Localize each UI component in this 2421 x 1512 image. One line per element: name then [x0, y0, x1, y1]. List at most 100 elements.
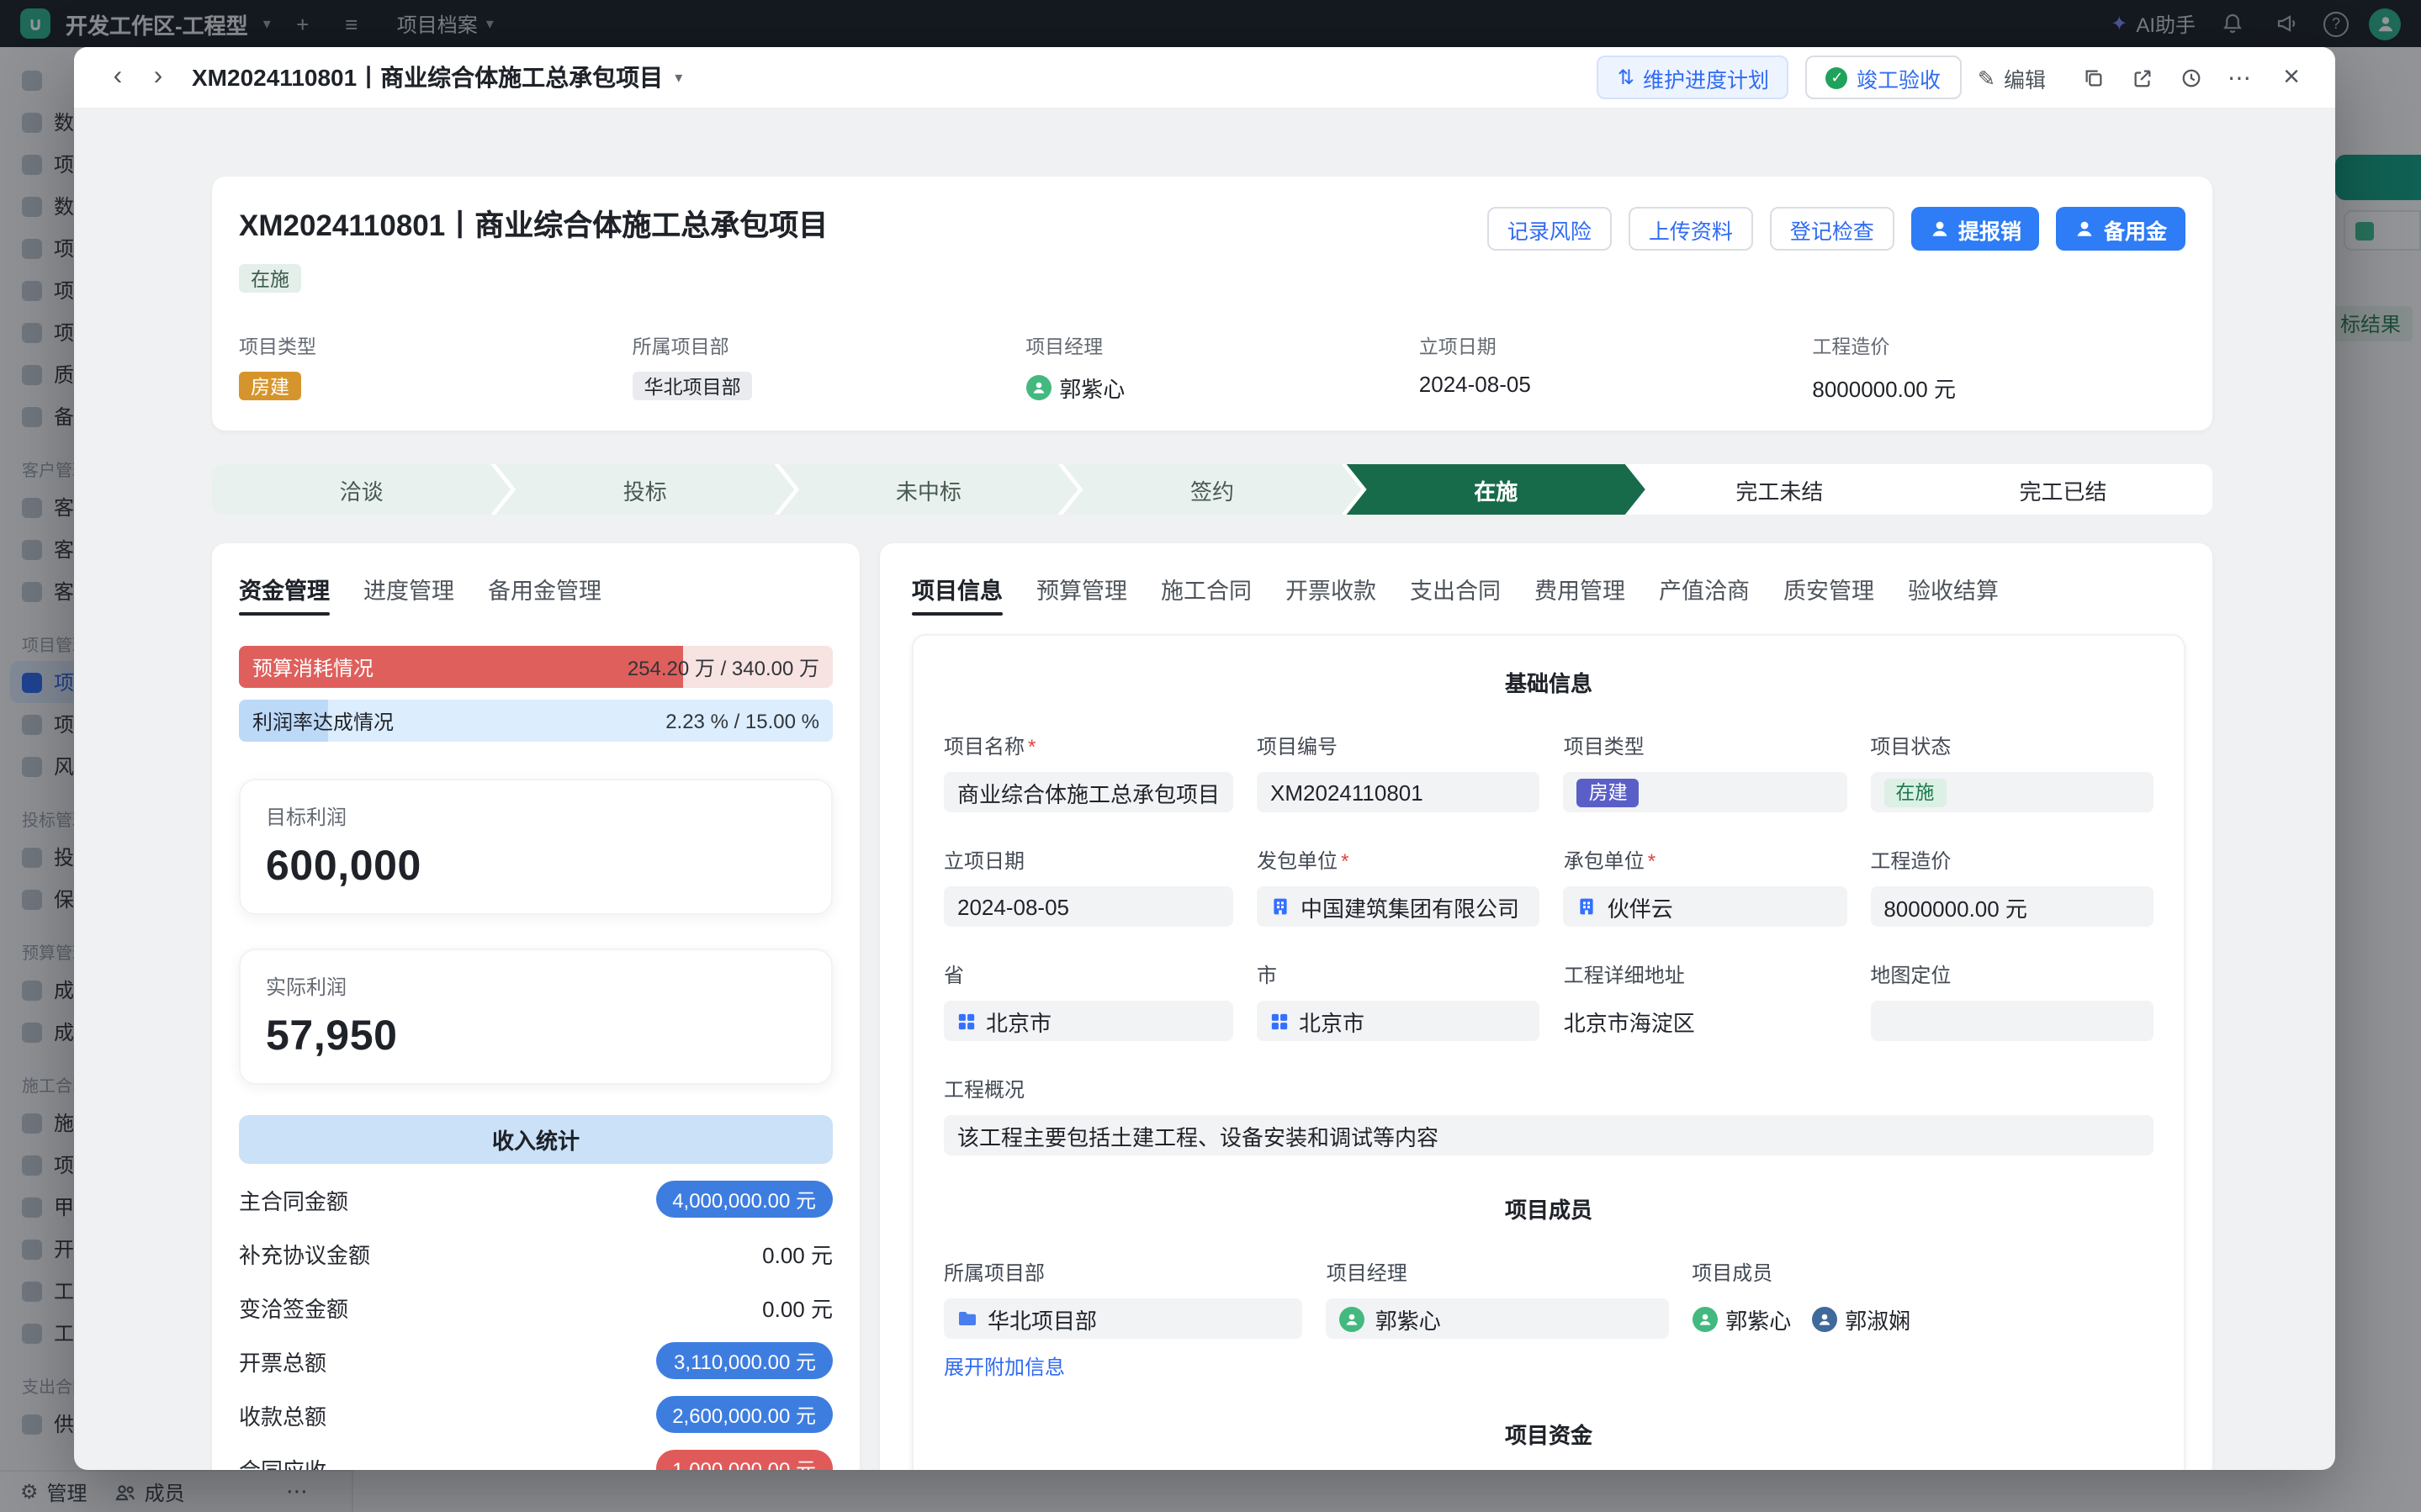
info-tab[interactable]: 预算管理	[1036, 572, 1127, 605]
money-row-label: 补充协议金额	[239, 1237, 370, 1269]
money-row: 补充协议金额 0.00 元	[239, 1226, 833, 1280]
stage-step[interactable]: 完工未结	[1630, 464, 1929, 515]
avatar	[1811, 1306, 1836, 1331]
stage-step[interactable]: 未中标	[779, 464, 1078, 515]
card-primary-button[interactable]: 提报销	[1911, 207, 2040, 251]
money-row-label: 开票总额	[239, 1345, 326, 1377]
stage-step-label: 洽谈	[340, 473, 384, 505]
stage-step[interactable]: 投标	[495, 464, 794, 515]
info-tab[interactable]: 开票收款	[1285, 572, 1376, 605]
field-project-type: 项目类型 房建	[1564, 732, 1847, 812]
project-type-tag: 房建	[1577, 778, 1640, 806]
income-stats-button[interactable]: 收入统计	[239, 1115, 833, 1164]
field-start-date: 立项日期 2024-08-05	[1419, 333, 1793, 404]
field-project-manager: 项目经理 郭紫心	[1327, 1258, 1668, 1381]
chevron-down-icon[interactable]: ▾	[675, 68, 682, 87]
project-detail-modal: ‹ › XM2024110801丨商业综合体施工总承包项目 ▾ ⇅ 维护进度计划…	[74, 47, 2335, 1470]
required-marker: *	[1648, 849, 1655, 872]
money-row: 合同应收 1,000,000.00 元	[239, 1441, 833, 1470]
card-primary-button[interactable]: 备用金	[2057, 207, 2185, 251]
history-icon[interactable]	[2170, 57, 2211, 98]
info-tab[interactable]: 项目信息	[912, 572, 1003, 605]
building-icon	[1577, 896, 1597, 917]
app-root: ∪ 开发工作区-工程型 ▾ + ≡ 项目档案 ▾ ✦ AI助手	[0, 0, 2421, 1512]
required-marker: *	[1028, 734, 1036, 758]
money-row-value: 0.00 元	[762, 1291, 833, 1323]
info-tab[interactable]: 质安管理	[1783, 572, 1874, 605]
info-tab[interactable]: 费用管理	[1534, 572, 1625, 605]
member-chip[interactable]: 郭淑娴	[1811, 1303, 1910, 1335]
avatar	[1340, 1306, 1365, 1331]
modal-body: XM2024110801丨商业综合体施工总承包项目 记录风险 上传资料 登记检查	[74, 109, 2335, 1470]
field-project-manager: 项目经理 郭紫心	[1025, 333, 1399, 404]
completion-acceptance-label: 竣工验收	[1857, 61, 1941, 93]
section-basic-info: 基础信息	[944, 666, 2153, 698]
region-grid-icon	[1270, 1012, 1289, 1030]
field-project-code: 项目编号 XM2024110801	[1257, 732, 1540, 812]
project-info-card: 基础信息 项目名称* 商业综合体施工总承包项目 项目编号 XM202411080…	[912, 634, 2185, 1470]
stage-step[interactable]: 完工已结	[1914, 464, 2212, 515]
info-tab[interactable]: 施工合同	[1161, 572, 1252, 605]
back-button[interactable]: ‹	[98, 57, 138, 98]
budget-consumption-bar: 预算消耗情况 254.20 万 / 340.00 万	[239, 646, 833, 688]
money-row-label: 主合同金额	[239, 1183, 348, 1215]
card-action-button[interactable]: 上传资料	[1629, 207, 1753, 251]
money-row-value: 1,000,000.00 元	[655, 1450, 833, 1470]
project-summary-card: XM2024110801丨商业综合体施工总承包项目 记录风险 上传资料 登记检查	[212, 177, 2212, 431]
expand-extra-info-link[interactable]: 展开附加信息	[944, 1352, 1065, 1381]
money-row-value: 3,110,000.00 元	[657, 1342, 833, 1379]
modal-icon-group: ⋯ ×	[2073, 57, 2312, 98]
stage-stepper: 洽谈 投标 未中标 签约 在施	[212, 464, 2212, 515]
field-project-type: 项目类型 房建	[239, 333, 612, 404]
field-project-members: 项目成员 郭紫心 郭淑娴	[1692, 1258, 2153, 1381]
section-members: 项目成员	[944, 1192, 2153, 1224]
stage-step-label: 签约	[1190, 473, 1234, 505]
field-start-date: 立项日期 2024-08-05	[944, 846, 1233, 927]
project-title: XM2024110801丨商业综合体施工总承包项目	[239, 204, 828, 246]
info-tab[interactable]: 支出合同	[1410, 572, 1501, 605]
section-funds: 项目资金	[944, 1418, 2153, 1450]
info-tab[interactable]: 验收结算	[1908, 572, 1999, 605]
finance-tab[interactable]: 资金管理	[239, 572, 330, 605]
map-location-empty-field[interactable]	[1870, 1001, 2153, 1041]
maintain-schedule-button[interactable]: ⇅ 维护进度计划	[1597, 56, 1789, 99]
field-owner-company: 发包单位* 中国建筑集团有限公司	[1257, 846, 1540, 927]
edit-button[interactable]: ✎ 编辑	[1978, 61, 2046, 93]
project-card-fields: 项目类型 房建 所属项目部 华北项目部 项目经理 郭紫心	[239, 333, 2185, 404]
profit-rate-bar: 利润率达成情况 2.23 % / 15.00 %	[239, 700, 833, 742]
department-tag: 华北项目部	[633, 372, 753, 400]
stage-step-label: 未中标	[896, 473, 962, 505]
project-status-tag: 在施	[1883, 778, 1946, 806]
money-row-value: 2,600,000.00 元	[655, 1396, 833, 1433]
share-icon[interactable]	[2122, 57, 2162, 98]
field-map-location: 地图定位	[1870, 960, 2153, 1041]
maintain-schedule-label: 维护进度计划	[1643, 61, 1769, 93]
field-department: 所属项目部 华北项目部	[633, 333, 1006, 404]
required-marker: *	[1341, 849, 1348, 872]
field-detailed-address: 工程详细地址 北京市海淀区	[1564, 960, 1847, 1041]
modal-header-actions: ⇅ 维护进度计划 ✓ 竣工验收 ✎ 编辑	[1597, 56, 2312, 99]
manager-name: 郭紫心	[1059, 372, 1125, 404]
completion-acceptance-button[interactable]: ✓ 竣工验收	[1806, 56, 1961, 99]
field-province: 省 北京市	[944, 960, 1233, 1041]
stage-step-label: 完工未结	[1735, 473, 1823, 505]
member-chip[interactable]: 郭紫心	[1692, 1303, 1791, 1335]
stage-step-label: 在施	[1474, 473, 1518, 505]
more-icon[interactable]: ⋯	[2219, 57, 2259, 98]
card-action-button[interactable]: 记录风险	[1487, 207, 1612, 251]
finance-tab[interactable]: 备用金管理	[488, 572, 601, 605]
field-department: 所属项目部 华北项目部 展开附加信息	[944, 1258, 1303, 1381]
status-tag: 在施	[239, 264, 301, 293]
info-tab[interactable]: 产值洽商	[1659, 572, 1750, 605]
stage-step[interactable]: 洽谈	[212, 464, 511, 515]
building-icon	[1270, 896, 1290, 917]
stage-step[interactable]: 在施	[1347, 464, 1645, 515]
field-project-name: 项目名称* 商业综合体施工总承包项目	[944, 732, 1233, 812]
close-icon[interactable]: ×	[2271, 57, 2312, 98]
card-action-button[interactable]: 登记检查	[1770, 207, 1894, 251]
stage-step[interactable]: 签约	[1062, 464, 1361, 515]
finance-tab[interactable]: 进度管理	[363, 572, 454, 605]
money-row-label: 合同应收	[239, 1452, 326, 1470]
forward-button[interactable]: ›	[138, 57, 178, 98]
copy-icon[interactable]	[2073, 57, 2113, 98]
